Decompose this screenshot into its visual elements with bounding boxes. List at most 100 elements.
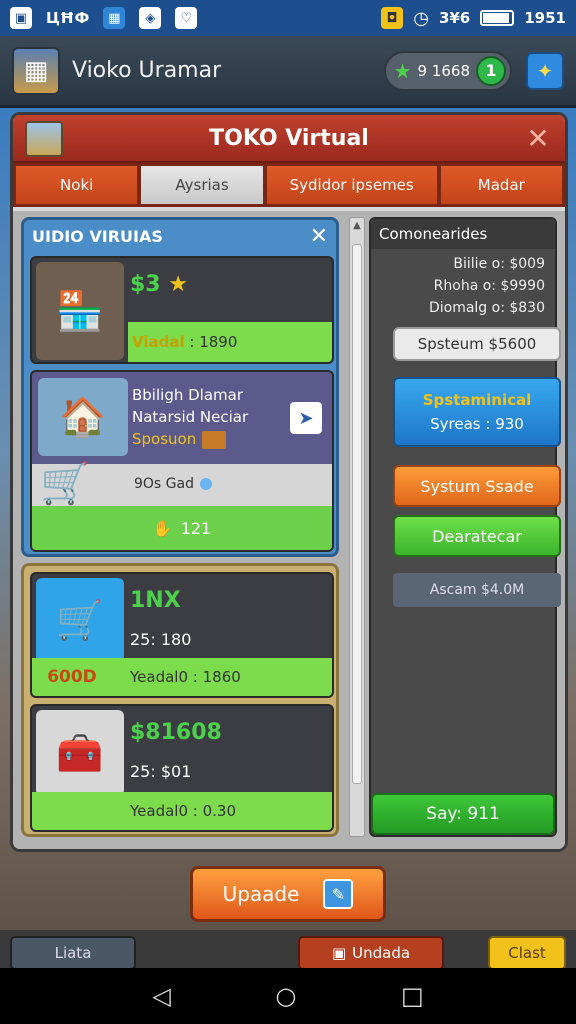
arrow-button[interactable]: ➤ [290, 402, 322, 434]
kiosk-icon: 🏠 [38, 378, 128, 456]
update-label: Undada [352, 944, 411, 962]
card-bar: Viadal : 1890 [128, 322, 332, 362]
say-button[interactable]: Say: 911 [371, 793, 555, 835]
card-bar-label: Viadal [132, 333, 185, 351]
list-button[interactable]: Liata [10, 936, 136, 970]
game-title: Vioko Uramar [72, 58, 222, 83]
scroll-thumb[interactable] [352, 244, 362, 784]
panel-header: TOKO Virtual ✕ [13, 115, 565, 163]
card-title: Bbiligh Dlamar Natarsid Neciar [132, 384, 292, 428]
panel-title: TOKO Virtual [209, 125, 369, 151]
panel-content: UIDIO VIRUIAS ✕ 🏪 $3 ★ Viadal : 1890 🏠 B… [13, 211, 565, 849]
special-button[interactable]: Spstaminical Syreas : 930 [393, 377, 561, 447]
card-count-bar: ✋ 121 [32, 506, 332, 550]
checklist-icon: ✎ [323, 879, 354, 909]
shop-building-icon: 🏪 [36, 262, 124, 360]
card-title-line1: Bbiligh Dlamar [132, 386, 243, 404]
app-notification-icon: ▦ [103, 7, 126, 29]
item-bar-text: Yeadal0 : 1860 [130, 668, 241, 686]
item-card-box[interactable]: 🧰 $81608 25: $01 Yeadal0 : 0.30 [30, 704, 334, 832]
item-bar: Yeadal0 : 0.30 [32, 792, 332, 830]
close-button[interactable]: Clast [488, 936, 566, 970]
item-card-cart[interactable]: 🛒 1NX 25: 180 600D Yeadal0 : 1860 [30, 572, 334, 698]
tab-sydidor-ipsemes[interactable]: Sydidor ipsemes [265, 165, 438, 205]
details-line: Rhoha o: $9990 [433, 278, 545, 294]
status-time: 1951 [524, 9, 566, 27]
decorate-button[interactable]: Dearatecar [393, 515, 561, 557]
card-subtitle: Sposuon [132, 430, 227, 449]
battery-icon [480, 10, 515, 26]
status-dot-icon [200, 478, 212, 490]
level-badge[interactable]: 1 [476, 55, 506, 86]
item-group-gold: 🛒 1NX 25: 180 600D Yeadal0 : 1860 🧰 $816… [21, 563, 339, 837]
status-bar: ▣ ЦĦФ ▦ ◈ ♡ ◘ ◷ 3¥6 1951 [0, 0, 576, 36]
recents-icon[interactable]: □ [401, 982, 424, 1010]
chest-icon [202, 430, 227, 449]
hand-icon: ✋ [152, 518, 173, 538]
currency-amount: 9 1668 [417, 61, 471, 80]
item-badge: 600D [47, 667, 97, 687]
close-group-button[interactable]: ✕ [310, 224, 328, 249]
group-header: UIDIO VIRUIAS ✕ [24, 220, 336, 252]
android-nav-bar: ◁ ○ □ [0, 968, 576, 1024]
battery-fill [483, 13, 509, 23]
item-name: $81608 [130, 720, 222, 745]
item-bar-text: Yeadal0 : 0.30 [130, 802, 237, 820]
heart-notification-icon: ♡ [175, 7, 198, 29]
scroll-up-icon[interactable]: ▲ [350, 220, 364, 236]
crate-icon: ▦ [12, 46, 60, 95]
shopping-cart-icon: 🛒 [40, 461, 90, 507]
star-icon: ★ [168, 272, 189, 297]
group-title: UIDIO VIRUIAS [32, 226, 163, 246]
shopping-cart-icon: 🛒 [36, 578, 124, 662]
store-icon [25, 121, 63, 157]
card-title-line2: Natarsid Neciar [132, 408, 249, 426]
status-left-text: ЦĦФ [46, 9, 90, 27]
settings-button[interactable]: ✦ [526, 51, 564, 90]
image-notification-icon: ▣ [10, 7, 32, 29]
box-icon: ▣ [331, 944, 347, 962]
item-bar: 600D Yeadal0 : 1860 [32, 658, 332, 696]
system-price-button[interactable]: Spsteum $5600 [393, 327, 561, 361]
details-line: Diomalg o: $830 [428, 300, 545, 316]
details-title: Comonearides [371, 219, 555, 249]
card-stat: $3 ★ [130, 272, 189, 297]
tab-noki[interactable]: Noki [15, 165, 139, 205]
upgrade-label: Upaade [222, 882, 300, 906]
special-button-value: Syreas : 930 [430, 415, 524, 433]
clock-icon: ◷ [413, 7, 429, 29]
card-bar-value: 1890 [199, 333, 238, 351]
system-shade-button[interactable]: Systum Ssade [393, 465, 561, 507]
card-status: 9Os Gad [134, 476, 212, 492]
game-header: ▦ Vioko Uramar ★ 9 1668 1 ✦ [0, 36, 576, 108]
update-button[interactable]: ▣ Undada [298, 936, 444, 970]
card-count: 121 [180, 518, 212, 538]
special-button-title: Spstaminical [422, 391, 532, 409]
assets-label: Ascam $4.0M [393, 573, 561, 607]
upgrade-button[interactable]: Upaade ✎ [190, 866, 386, 922]
close-icon: ✕ [309, 223, 328, 249]
tab-bar: Noki Aysrias Sydidor ipsemes Madar [13, 163, 565, 207]
item-card-shop[interactable]: 🏪 $3 ★ Viadal : 1890 [30, 256, 334, 364]
status-right-text: 3¥6 [438, 9, 471, 27]
item-group-blue: UIDIO VIRUIAS ✕ 🏪 $3 ★ Viadal : 1890 🏠 B… [21, 217, 339, 557]
details-line: Biilie o: $009 [453, 256, 545, 272]
close-icon: ✕ [526, 121, 550, 155]
details-panel: Comonearides Biilie o: $009 Rhoha o: $99… [369, 217, 561, 837]
item-price: 25: $01 [130, 762, 192, 781]
item-price: 25: 180 [130, 630, 192, 649]
close-panel-button[interactable]: ✕ [521, 121, 555, 155]
shield-notification-icon: ◈ [139, 7, 162, 29]
scrollbar[interactable]: ▲ [349, 217, 365, 837]
home-icon[interactable]: ○ [275, 982, 296, 1010]
tab-aysrias[interactable]: Aysrias [140, 165, 264, 205]
back-icon[interactable]: ◁ [152, 982, 170, 1010]
arrow-right-icon: ➤ [298, 407, 314, 429]
item-name: 1NX [130, 588, 181, 613]
item-card-building[interactable]: 🏠 Bbiligh Dlamar Natarsid Neciar Sposuon… [30, 370, 334, 552]
box-icon: 🧰 [36, 710, 124, 796]
currency-display[interactable]: ★ 9 1668 1 [383, 50, 512, 91]
yellow-notification-icon: ◘ [381, 7, 404, 29]
details-lines: Biilie o: $009 Rhoha o: $9990 Diomalg o:… [371, 249, 555, 323]
tab-madar[interactable]: Madar [439, 165, 563, 205]
